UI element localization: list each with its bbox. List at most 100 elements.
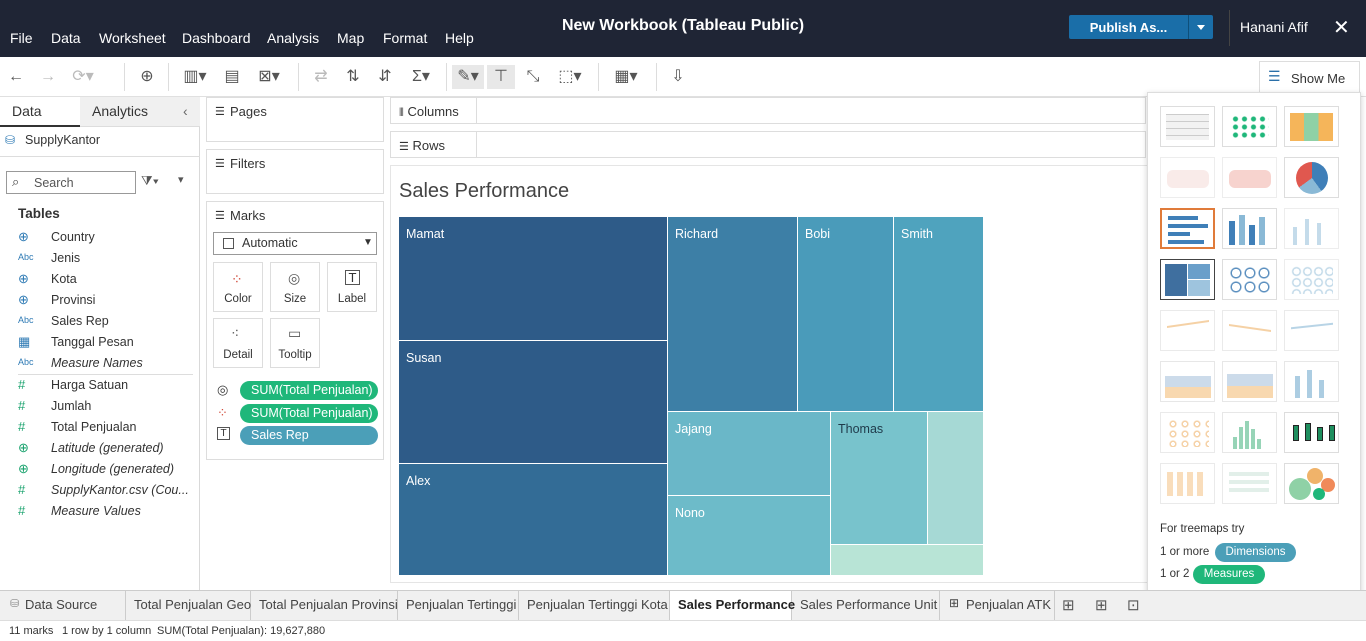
horizontal-bars-thumbnail[interactable] [1160,208,1215,249]
dual-combination-thumbnail[interactable] [1284,361,1339,402]
discrete-lines-thumbnail[interactable] [1222,310,1277,351]
packed-bubbles-thumbnail[interactable] [1284,463,1339,504]
toolbar-divider [124,63,125,91]
show-me-button[interactable]: ☰ Show Me [1259,61,1360,93]
sort-desc-icon[interactable]: ⇵ [373,65,397,89]
scatter-plot-thumbnail[interactable] [1160,412,1215,453]
treemap-tile[interactable]: Thomas [831,412,928,545]
pie-chart-thumbnail[interactable] [1284,157,1339,198]
dimension-measure-divider [18,374,193,375]
close-icon[interactable]: ✕ [1333,15,1350,40]
filters-card[interactable]: ☰ Filters [206,149,384,194]
new-datasource-icon[interactable]: ⊕ [135,65,159,89]
heat-map-thumbnail[interactable] [1222,106,1277,147]
treemap-tile[interactable]: Bobi [798,217,894,412]
circle-views-thumbnail[interactable] [1222,259,1277,300]
tab-sheet[interactable]: Total Penjualan Provinsi [251,591,398,620]
treemap-tile[interactable]: Alex [399,464,668,576]
new-dashboard-icon[interactable]: ⊞ [1095,596,1108,614]
dual-lines-thumbnail[interactable] [1284,310,1339,351]
new-worksheet-icon[interactable]: ⊞ [1062,596,1075,614]
pages-card[interactable]: ☰ Pages [206,97,384,142]
bullet-graph-thumbnail[interactable] [1222,463,1277,504]
abc-icon: Abc [18,252,34,262]
label-button[interactable]: T Label [327,262,377,312]
fit-icon[interactable]: ⬚▾ [553,65,587,89]
pane-menu-icon[interactable]: ▾ [178,173,184,186]
treemap-tile[interactable]: Susan [399,341,668,464]
filled-map-thumbnail[interactable] [1222,157,1277,198]
tab-sales-performance[interactable]: Sales Performance [670,591,795,620]
columns-shelf[interactable]: ⦀ Columns [390,97,1146,124]
tab-label: Penjualan Tertinggi [406,597,517,612]
totals-icon[interactable]: Σ▾ [406,65,436,89]
side-by-side-bars-thumbnail[interactable] [1284,208,1339,249]
tab-sheet[interactable]: Total Penjualan Geo [126,591,251,620]
label-pill[interactable]: Sales Rep [240,426,378,445]
mark-type-select[interactable]: Automatic ▼ [213,232,377,255]
tab-sheet[interactable]: Penjualan Tertinggi Kota [519,591,670,620]
treemap-tile[interactable]: Nono [668,496,831,576]
user-name[interactable]: Hanani Afif [1240,19,1308,35]
back-icon[interactable]: ← [6,65,26,89]
hash-icon: # [18,419,26,434]
forward-icon[interactable]: → [38,65,58,89]
tab-analytics[interactable]: Analytics [92,103,148,119]
sort-asc-icon[interactable]: ⇅ [341,65,365,89]
gantt-chart-thumbnail[interactable] [1160,463,1215,504]
stacked-bars-thumbnail[interactable] [1222,208,1277,249]
treemap-tile[interactable]: Jajang [668,412,831,496]
label-icon: T [217,427,230,440]
tab-sheet[interactable]: Sales Performance Unit [792,591,940,620]
redo-icon[interactable]: ⟳▾ [68,65,98,89]
treemap-tile[interactable]: Richard [668,217,798,412]
tab-data-source[interactable]: ⛁ Data Source [0,591,126,620]
show-labels-icon[interactable]: ⊤ [487,65,515,89]
collapse-pane-icon[interactable]: ‹ [183,103,188,119]
text-table-thumbnail[interactable] [1160,106,1215,147]
highlight-table-thumbnail[interactable] [1284,106,1339,147]
treemap-thumbnail[interactable] [1160,259,1215,300]
treemap-tile[interactable]: Mamat [399,217,668,341]
area-continuous-thumbnail[interactable] [1160,361,1215,402]
publish-dropdown-icon[interactable] [1188,15,1213,39]
color-button[interactable]: ⁘ Color [213,262,263,312]
filter-fields-icon[interactable]: ⧩▾ [141,173,159,189]
size-button[interactable]: ◎ Size [270,262,320,312]
field-name: Measure Values [51,504,141,518]
treemap-tile[interactable] [928,412,984,545]
columns-label: Columns [407,104,459,119]
datasource-icon: ⛁ [10,598,20,610]
share-icon[interactable]: ⇩ [666,65,690,89]
new-worksheet-icon[interactable]: ▥▾ [180,65,210,89]
tab-data[interactable]: Data [12,103,42,119]
field-name: Provinsi [51,293,96,307]
new-story-icon[interactable]: ⊡ [1127,596,1140,614]
color-pill[interactable]: SUM(Total Penjualan) [240,404,378,423]
symbol-map-thumbnail[interactable] [1160,157,1215,198]
clear-sheet-icon[interactable]: ⊠▾ [253,65,285,89]
size-pill[interactable]: SUM(Total Penjualan) [240,381,378,400]
continuous-lines-thumbnail[interactable] [1160,310,1215,351]
highlight-icon[interactable]: ✎▾ [452,65,484,89]
swap-icon[interactable]: ⇄ [309,65,333,89]
search-field[interactable]: ⌕ Search [6,171,136,194]
detail-button[interactable]: ⁖ Detail [213,318,263,368]
tab-sheet[interactable]: Penjualan Tertinggi [398,591,519,620]
side-by-side-circles-thumbnail[interactable] [1284,259,1339,300]
histogram-thumbnail[interactable] [1222,412,1277,453]
duplicate-sheet-icon[interactable]: ▤ [219,65,245,89]
publish-button[interactable]: Publish As... [1069,15,1213,39]
box-whisker-thumbnail[interactable] [1284,412,1339,453]
rows-shelf[interactable]: ☰ Rows [390,131,1146,158]
presentation-icon[interactable]: ▦▾ [608,65,644,89]
area-discrete-thumbnail[interactable] [1222,361,1277,402]
treemap-tile[interactable]: Smith [894,217,984,412]
datasource-name[interactable]: SupplyKantor [25,133,100,147]
tooltip-button[interactable]: ▭ Tooltip [270,318,320,368]
field-name: Sales Rep [51,314,109,328]
tab-dashboard[interactable]: ⊞ Penjualan ATK [940,591,1055,620]
fix-axes-icon[interactable]: ⤡ [521,65,545,89]
size-icon: ◎ [217,382,229,397]
treemap-tile[interactable] [831,545,984,576]
